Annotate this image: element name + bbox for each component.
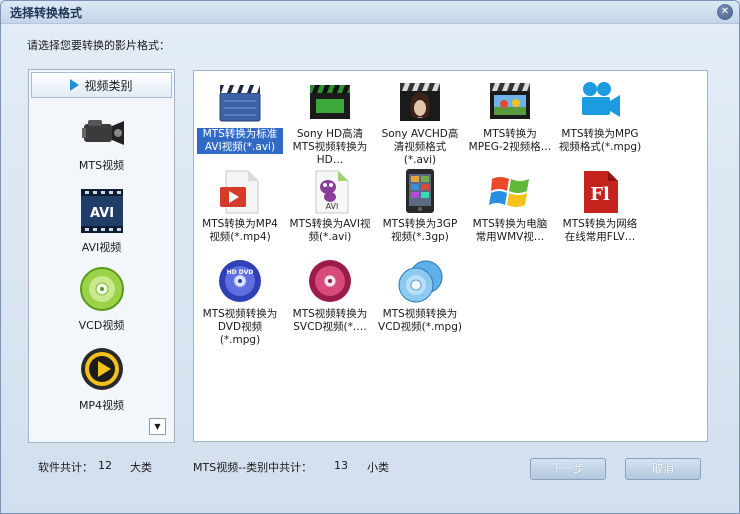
next-button[interactable]: 下一步 [530, 458, 606, 480]
title-bar: 选择转换格式 [1, 1, 739, 24]
format-caption: MTS视频转换为DVD视频(*.mpg) [202, 308, 278, 346]
category-item-mp4[interactable]: MP4视频 [29, 346, 174, 413]
prompt-text: 请选择您要转换的影片格式： [27, 39, 170, 52]
format-tile-svcd[interactable]: MTS视频转换为SVCD视频(*.… [287, 255, 373, 334]
category-item-avi[interactable]: AVI AVI视频 [29, 188, 174, 255]
format-tile-mpeg2[interactable]: MTS转换为MPEG-2视频格… [467, 75, 553, 154]
format-tile-avi-standard[interactable]: MTS转换为标准AVI视频(*.avi) [197, 75, 283, 154]
category-item-mts[interactable]: MTS视频 [29, 112, 174, 173]
vcd-discs-icon [398, 260, 443, 303]
category-label: MP4视频 [78, 399, 125, 412]
format-tile-dvd[interactable]: HD DVD MTS视频转换为DVD视频(*.mpg) [197, 255, 283, 347]
play-triangle-icon [70, 79, 80, 91]
format-tile-3gp[interactable]: MTS转换为3GP视频(*.3gp) [377, 165, 463, 244]
format-caption: MTS转换为MP4视频(*.mp4) [202, 218, 278, 243]
category-panel: 视频类别 MTS视频 AVI AVI视频 VCD视频 MP4视频 ▼ [28, 69, 175, 443]
windows-logo-icon [489, 177, 529, 207]
category-header[interactable]: 视频类别 [31, 72, 172, 98]
camcorder-icon [81, 120, 124, 145]
svcd-disc-icon [309, 260, 351, 302]
mp4-play-icon [80, 348, 123, 390]
category-header-label: 视频类别 [84, 78, 133, 93]
format-caption: MTS转换为网络在线常用FLV… [562, 218, 638, 243]
vcd-disc-icon [79, 267, 124, 311]
green-clapperboard-icon [310, 85, 350, 119]
category-label: VCD视频 [78, 319, 125, 332]
format-caption: MTS转换为MPEG-2视频格… [468, 128, 552, 153]
dialog-window: 选择转换格式 ✕ 请选择您要转换的影片格式： 视频类别 MTS视频 AVI AV… [0, 0, 740, 514]
category-total-count: 13 [334, 459, 348, 472]
format-caption: MTS转换为3GP视频(*.3gp) [382, 218, 458, 243]
cancel-button[interactable]: 取消 [625, 458, 701, 480]
movie-clapper-icon [400, 83, 440, 121]
svg-text:Fl: Fl [590, 184, 610, 205]
format-tile-vcd[interactable]: MTS视频转换为VCD视频(*.mpg) [377, 255, 463, 334]
svg-text:AVI: AVI [89, 206, 113, 221]
format-tile-wmv[interactable]: MTS转换为电脑常用WMV视… [467, 165, 553, 244]
format-caption: MTS转换为电脑常用WMV视… [472, 218, 548, 243]
format-tile-sony-hd[interactable]: Sony HD高清MTS视频转换为HD… [287, 75, 373, 167]
format-caption: MTS转换为MPG视频格式(*.mpg) [558, 128, 642, 153]
avi-mascot-icon: AVI [315, 170, 349, 214]
scroll-down-button[interactable]: ▼ [149, 418, 166, 435]
category-label: MTS视频 [78, 159, 125, 172]
window-title: 选择转换格式 [10, 5, 83, 20]
flash-icon: Fl [584, 171, 618, 213]
video-file-icon [220, 170, 259, 214]
category-total-label: MTS视频--类别中共计： [193, 461, 313, 474]
svg-text:HD DVD: HD DVD [227, 269, 254, 276]
video-camera-icon [582, 82, 620, 117]
software-total-label: 软件共计： [38, 461, 93, 474]
svg-text:AVI: AVI [326, 202, 339, 211]
format-caption: Sony AVCHD高清视频格式(*.avi) [381, 128, 459, 166]
dvd-disc-icon: HD DVD [219, 260, 261, 302]
format-tile-flv[interactable]: Fl MTS转换为网络在线常用FLV… [557, 165, 643, 244]
format-tile-mpg[interactable]: MTS转换为MPG视频格式(*.mpg) [557, 75, 643, 154]
phone-icon [406, 169, 434, 213]
format-tile-mp4[interactable]: MTS转换为MP4视频(*.mp4) [197, 165, 283, 244]
format-caption: MTS视频转换为VCD视频(*.mpg) [378, 308, 462, 333]
format-grid: MTS转换为标准AVI视频(*.avi) Sony HD高清MTS视频转换为HD… [193, 70, 708, 442]
avi-icon: AVI [80, 189, 123, 233]
clapperboard-icon [219, 85, 261, 122]
format-caption: MTS视频转换为SVCD视频(*.… [292, 308, 368, 333]
software-total-count: 12 [98, 459, 112, 472]
format-tile-sony-avchd[interactable]: Sony AVCHD高清视频格式(*.avi) [377, 75, 463, 167]
software-total-unit: 大类 [130, 461, 152, 474]
format-tile-avi[interactable]: AVI MTS转换为AVI视频(*.avi) [287, 165, 373, 244]
format-caption: MTS转换为标准AVI视频(*.avi) [197, 128, 283, 154]
category-total-unit: 小类 [367, 461, 389, 474]
mpeg-clapper-icon [490, 83, 530, 119]
category-item-vcd[interactable]: VCD视频 [29, 266, 174, 333]
format-caption: MTS转换为AVI视频(*.avi) [289, 218, 371, 243]
format-caption: Sony HD高清MTS视频转换为HD… [292, 128, 368, 166]
category-label: AVI视频 [81, 241, 122, 254]
close-icon[interactable]: ✕ [717, 4, 733, 20]
